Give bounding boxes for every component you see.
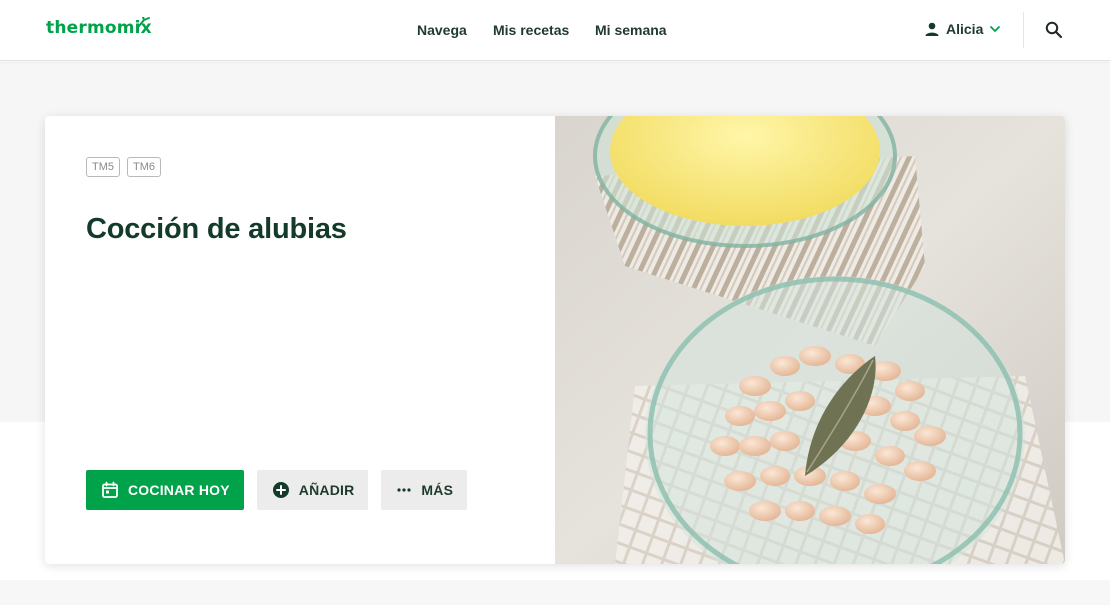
recipe-info: TM5 TM6 Cocción de alubias COCINAR HOY A… bbox=[45, 116, 555, 564]
top-header: thermomix Navega Mis recetas Mi semana A… bbox=[0, 0, 1110, 61]
more-label: MÁS bbox=[421, 482, 454, 498]
cook-today-button[interactable]: COCINAR HOY bbox=[86, 470, 244, 510]
user-menu[interactable]: Alicia bbox=[924, 18, 1001, 40]
recipe-title: Cocción de alubias bbox=[86, 213, 347, 245]
header-divider bbox=[1023, 12, 1024, 48]
add-circle-icon bbox=[272, 482, 289, 498]
nav-item-mis-recetas[interactable]: Mis recetas bbox=[493, 22, 569, 38]
add-button[interactable]: AÑADIR bbox=[256, 470, 369, 510]
page-footer-strip bbox=[0, 580, 1110, 605]
search-icon bbox=[1045, 21, 1063, 39]
thermomix-logo[interactable]: thermomix bbox=[46, 18, 152, 38]
more-button[interactable]: MÁS bbox=[381, 470, 468, 510]
chevron-down-icon bbox=[990, 26, 1001, 32]
recipe-actions: COCINAR HOY AÑADIR MÁS bbox=[86, 470, 468, 510]
nav-item-mi-semana[interactable]: Mi semana bbox=[595, 22, 667, 38]
device-tags: TM5 TM6 bbox=[86, 157, 161, 177]
person-icon bbox=[925, 22, 939, 36]
recipe-card: TM5 TM6 Cocción de alubias COCINAR HOY A… bbox=[45, 116, 1065, 564]
more-dots-icon bbox=[397, 488, 412, 492]
calendar-icon bbox=[102, 481, 118, 498]
recipe-photo bbox=[555, 116, 1065, 564]
nav-item-navega[interactable]: Navega bbox=[417, 22, 467, 38]
user-name: Alicia bbox=[946, 21, 984, 37]
search-button[interactable] bbox=[1043, 19, 1065, 41]
cook-today-label: COCINAR HOY bbox=[128, 482, 230, 498]
device-tag: TM6 bbox=[127, 157, 161, 177]
recipe-image bbox=[555, 116, 1065, 564]
add-label: AÑADIR bbox=[298, 482, 355, 498]
device-tag: TM5 bbox=[86, 157, 120, 177]
logo-leaf-icon bbox=[138, 17, 150, 27]
